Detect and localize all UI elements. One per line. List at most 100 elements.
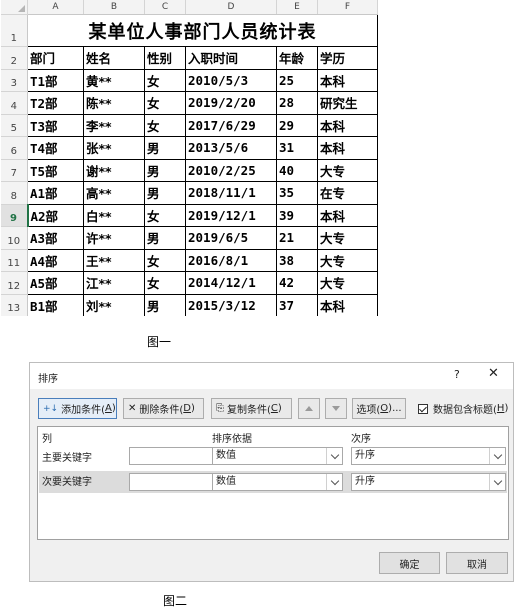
chevron-down-icon[interactable]	[489, 474, 505, 490]
column-header-b[interactable]: B	[83, 0, 145, 15]
cell-education[interactable]: 大专	[317, 271, 378, 295]
column-header-e[interactable]: E	[276, 0, 318, 15]
cell-name[interactable]: 江**	[83, 271, 145, 295]
cell-hire-date[interactable]: 2013/5/6	[185, 136, 277, 160]
cell-hire-date[interactable]: 2019/12/1	[185, 203, 277, 227]
cell-gender[interactable]: 男	[144, 226, 186, 250]
cell-education[interactable]: 本科	[317, 203, 378, 227]
cell-age[interactable]: 31	[276, 136, 318, 160]
cell-education[interactable]: 研究生	[317, 91, 378, 115]
chevron-down-icon[interactable]	[326, 448, 342, 464]
cell-name[interactable]: 高**	[83, 181, 145, 205]
cell-dept[interactable]: T2部	[27, 91, 84, 115]
cell-gender[interactable]: 女	[144, 113, 186, 137]
column-header-d[interactable]: D	[185, 0, 277, 15]
header-cell-dept[interactable]: 部门	[27, 46, 84, 70]
cell-education[interactable]: 大专	[317, 226, 378, 250]
cell-dept[interactable]: A1部	[27, 181, 84, 205]
cell-education[interactable]: 大专	[317, 248, 378, 272]
row-header[interactable]: 6	[0, 136, 28, 160]
add-level-button[interactable]: +↓ 添加条件(A)	[38, 398, 117, 419]
options-button[interactable]: 选项(O)...	[352, 398, 406, 419]
row-header[interactable]: 9	[0, 204, 29, 227]
cell-hire-date[interactable]: 2014/12/1	[185, 271, 277, 295]
cell-dept[interactable]: A4部	[27, 248, 84, 272]
cell-dept[interactable]: T3部	[27, 113, 84, 137]
row-header[interactable]: 10	[0, 226, 28, 250]
cell-education[interactable]: 本科	[317, 68, 378, 92]
chevron-down-icon[interactable]	[326, 474, 342, 490]
row-header[interactable]: 12	[0, 271, 28, 295]
row-header[interactable]: 13	[0, 294, 28, 316]
header-cell-education[interactable]: 学历	[317, 46, 378, 70]
primary-sort-on-select[interactable]: 数值	[212, 447, 343, 465]
cell-name[interactable]: 黄**	[83, 68, 145, 92]
cell-name[interactable]: 王**	[83, 248, 145, 272]
row-header[interactable]: 2	[0, 46, 28, 70]
cell-dept[interactable]: A2部	[27, 203, 84, 227]
cell-name[interactable]: 李**	[83, 113, 145, 137]
checkbox-checked-icon[interactable]	[418, 403, 428, 414]
secondary-sort-on-select[interactable]: 数值	[212, 473, 343, 491]
cell-name[interactable]: 陈**	[83, 91, 145, 115]
cell-name[interactable]: 谢**	[83, 158, 145, 182]
header-cell-gender[interactable]: 性别	[144, 46, 186, 70]
primary-order-select[interactable]: 升序	[351, 447, 506, 465]
help-button[interactable]: ?	[454, 368, 460, 381]
cell-age[interactable]: 35	[276, 181, 318, 205]
row-header[interactable]: 3	[0, 69, 28, 92]
cell-age[interactable]: 42	[276, 271, 318, 295]
delete-level-button[interactable]: ✕ 删除条件(D)	[123, 398, 204, 419]
cell-age[interactable]: 21	[276, 226, 318, 250]
row-header[interactable]: 5	[0, 114, 28, 137]
row-header[interactable]: 1	[0, 14, 28, 47]
cell-gender[interactable]: 男	[144, 136, 186, 160]
cell-age[interactable]: 28	[276, 91, 318, 115]
cell-gender[interactable]: 女	[144, 248, 186, 272]
cancel-button[interactable]: 取消	[446, 552, 508, 574]
cell-hire-date[interactable]: 2017/6/29	[185, 113, 277, 137]
cell-hire-date[interactable]: 2016/8/1	[185, 248, 277, 272]
cell-education[interactable]: 在专	[317, 181, 378, 205]
cell-name[interactable]: 刘**	[83, 293, 145, 316]
ok-button[interactable]: 确定	[379, 552, 440, 574]
cell-name[interactable]: 张**	[83, 136, 145, 160]
cell-hire-date[interactable]: 2019/2/20	[185, 91, 277, 115]
cell-age[interactable]: 37	[276, 293, 318, 316]
cell-gender[interactable]: 女	[144, 68, 186, 92]
cell-name[interactable]: 白**	[83, 203, 145, 227]
cell-gender[interactable]: 男	[144, 158, 186, 182]
move-down-button[interactable]	[325, 398, 347, 419]
column-header-f[interactable]: F	[317, 0, 378, 15]
cell-gender[interactable]: 男	[144, 181, 186, 205]
row-header[interactable]: 7	[0, 159, 28, 182]
cell-dept[interactable]: T1部	[27, 68, 84, 92]
copy-level-button[interactable]: ⎘ 复制条件(C)	[211, 398, 292, 419]
move-up-button[interactable]	[298, 398, 320, 419]
cell-hire-date[interactable]: 2018/11/1	[185, 181, 277, 205]
cell-dept[interactable]: A3部	[27, 226, 84, 250]
cell-name[interactable]: 许**	[83, 226, 145, 250]
cell-education[interactable]: 本科	[317, 113, 378, 137]
cell-hire-date[interactable]: 2015/3/12	[185, 293, 277, 316]
select-all-corner[interactable]	[0, 0, 28, 15]
cell-age[interactable]: 29	[276, 113, 318, 137]
has-headers-checkbox[interactable]: 数据包含标题(H)	[418, 401, 508, 416]
secondary-order-select[interactable]: 升序	[351, 473, 506, 491]
sheet-title[interactable]: 某单位人事部门人员统计表	[27, 14, 378, 47]
chevron-down-icon[interactable]	[489, 448, 505, 464]
cell-education[interactable]: 本科	[317, 293, 378, 316]
row-header[interactable]: 4	[0, 91, 28, 115]
cell-hire-date[interactable]: 2010/2/25	[185, 158, 277, 182]
cell-gender[interactable]: 女	[144, 271, 186, 295]
column-header-c[interactable]: C	[144, 0, 186, 15]
cell-gender[interactable]: 男	[144, 293, 186, 316]
header-cell-hire-date[interactable]: 入职时间	[185, 46, 277, 70]
cell-dept[interactable]: A5部	[27, 271, 84, 295]
cell-hire-date[interactable]: 2010/5/3	[185, 68, 277, 92]
cell-gender[interactable]: 女	[144, 91, 186, 115]
close-button[interactable]: ✕	[488, 366, 499, 381]
cell-age[interactable]: 25	[276, 68, 318, 92]
cell-education[interactable]: 本科	[317, 136, 378, 160]
cell-gender[interactable]: 女	[144, 203, 186, 227]
